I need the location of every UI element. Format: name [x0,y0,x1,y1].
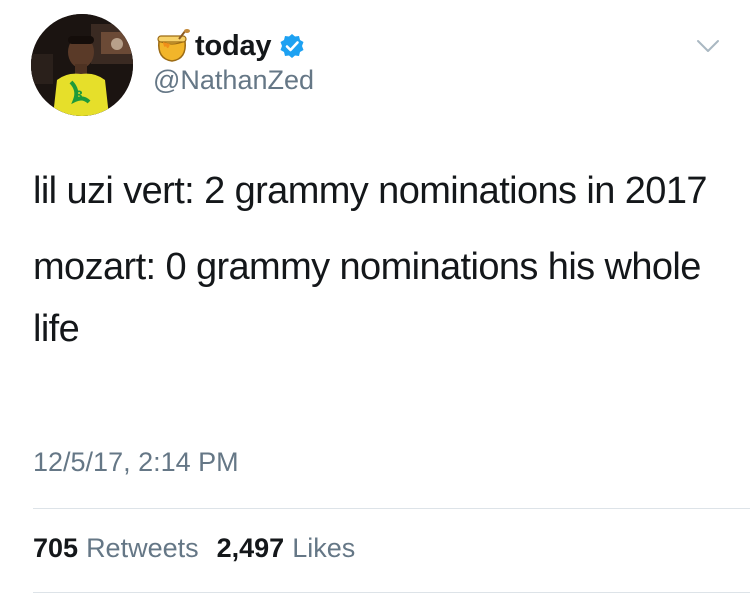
honey-pot-icon [153,29,191,63]
verified-badge-icon [279,33,305,59]
tweet-stats: 705 Retweets 2,497 Likes [33,533,373,564]
retweets-count[interactable]: 705 [33,533,78,564]
avatar[interactable]: 3 [31,14,133,116]
chevron-down-icon[interactable] [695,33,721,59]
tweet-text: lil uzi vert: 2 grammy nominations in 20… [33,160,723,374]
author-name-row[interactable]: today [153,26,305,66]
display-name: today [195,29,272,62]
likes-label[interactable]: Likes [292,533,355,564]
divider [33,592,750,593]
tweet-paragraph: lil uzi vert: 2 grammy nominations in 20… [33,170,707,212]
tweet-card: 3 today @NathanZed lil uzi vert: 2 gramm… [0,0,750,602]
svg-text:3: 3 [75,87,83,103]
author-handle[interactable]: @NathanZed [153,65,314,96]
retweets-label[interactable]: Retweets [86,533,199,564]
likes-count[interactable]: 2,497 [217,533,285,564]
divider [33,508,750,509]
tweet-timestamp[interactable]: 12/5/17, 2:14 PM [33,447,239,478]
tweet-paragraph: mozart: 0 grammy nominations his whole l… [33,246,701,350]
